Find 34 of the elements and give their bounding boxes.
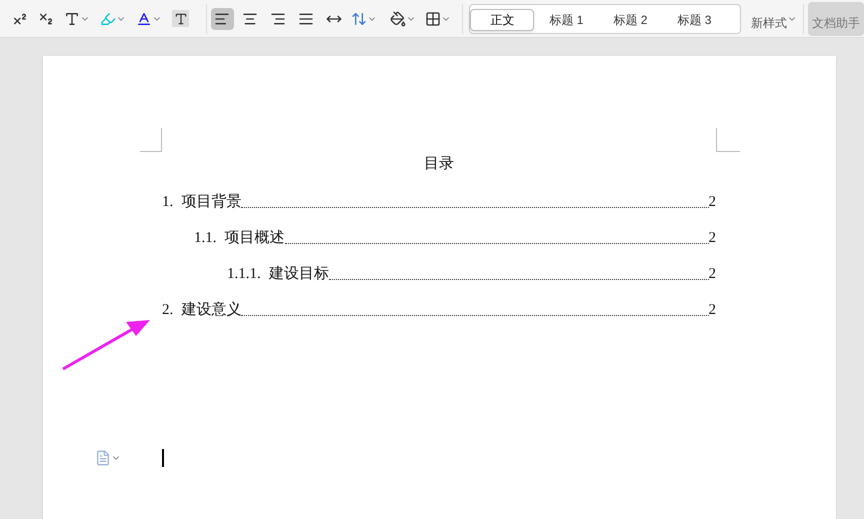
toc-page-number: 2: [708, 264, 716, 284]
toc-entry-title[interactable]: 建设目标: [268, 262, 329, 285]
char-shading-icon[interactable]: [172, 10, 189, 27]
style-option[interactable]: 标题 2: [598, 8, 662, 30]
shading-icon[interactable]: [390, 10, 406, 26]
border-icon[interactable]: [424, 10, 441, 26]
toc-entry-number: 1.1.1.: [227, 264, 261, 284]
style-option[interactable]: 标题 3: [662, 8, 726, 30]
text-cursor: [162, 449, 164, 467]
new-style-button[interactable]: 新样式: [751, 14, 788, 32]
subscript-icon[interactable]: [38, 10, 54, 26]
align-right-icon: [270, 10, 286, 26]
toc-entry-title[interactable]: 建设意义: [181, 298, 242, 321]
line-spacing-icon[interactable]: [350, 10, 367, 26]
superscript-icon[interactable]: [12, 10, 28, 26]
toc-entry-number: 1.1.: [194, 228, 216, 248]
toc-entry-title[interactable]: 项目概述: [224, 226, 284, 249]
align-button[interactable]: [210, 8, 234, 30]
style-option[interactable]: 正文: [470, 8, 534, 30]
toc-entry-number: 2.: [162, 300, 174, 320]
style-option[interactable]: 标题 1: [534, 8, 598, 30]
toc-page-number: 2: [708, 192, 716, 212]
align-center-icon: [242, 10, 258, 26]
align-justify-icon: [298, 10, 314, 26]
margin-corner-mark: [140, 128, 162, 152]
font-color-icon[interactable]: [136, 10, 152, 26]
align-left-icon: [214, 10, 230, 26]
toc-entry-title[interactable]: 项目背景: [181, 190, 242, 213]
toc-page-number: 2: [708, 300, 716, 320]
toc-page-number: 2: [708, 228, 716, 248]
text-effect-icon[interactable]: [64, 10, 80, 26]
margin-corner-mark: [716, 128, 740, 152]
toc-entry-number: 1.: [162, 192, 174, 212]
toc-heading: 目录: [424, 156, 454, 172]
